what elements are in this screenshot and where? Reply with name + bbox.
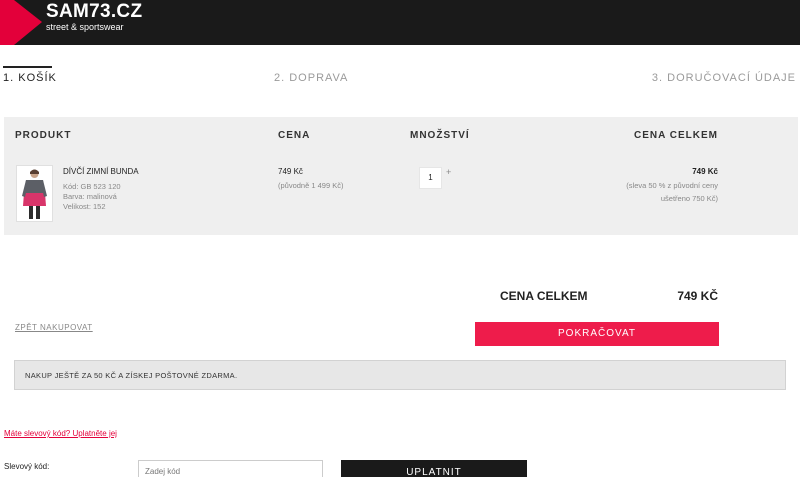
item-savings-note: ušetřeno 750 Kč) bbox=[660, 194, 718, 203]
checkout-steps: 1. KOŠÍK 2. DOPRAVA 3. DORUČOVACÍ ÚDAJE bbox=[0, 66, 800, 88]
summary-total-value: 749 KČ bbox=[677, 289, 718, 303]
item-discount-note: (sleva 50 % z původní ceny bbox=[626, 181, 718, 190]
apply-coupon-button[interactable]: UPLATNIT bbox=[341, 460, 527, 477]
summary-total-label: CENA CELKEM bbox=[500, 289, 588, 303]
site-header: SAM73.CZ street & sportswear bbox=[0, 0, 800, 45]
coupon-label: Slevový kód: bbox=[4, 462, 50, 471]
continue-button[interactable]: POKRAČOVAT bbox=[475, 322, 719, 346]
free-shipping-notice: NAKUP JEŠTĚ ZA 50 KČ A ZÍSKEJ POŠTOVNÉ Z… bbox=[14, 360, 786, 390]
step-shipping[interactable]: 2. DOPRAVA bbox=[274, 72, 348, 84]
item-price: 749 Kč bbox=[278, 167, 303, 176]
logo-accent bbox=[0, 0, 14, 45]
item-original-price: (původně 1 499 Kč) bbox=[278, 181, 344, 190]
column-header-price: CENA bbox=[278, 130, 311, 141]
back-to-shopping-link[interactable]: ZPĚT NAKUPOVAT bbox=[15, 323, 93, 332]
coupon-input[interactable] bbox=[138, 460, 323, 477]
column-header-total: CENA CELKEM bbox=[634, 130, 718, 141]
logo-name: SAM73.CZ bbox=[46, 1, 143, 22]
quantity-input[interactable]: 1 bbox=[419, 167, 442, 189]
logo-tagline: street & sportswear bbox=[46, 22, 124, 32]
coupon-toggle-link[interactable]: Máte slevový kód? Uplatněte jej bbox=[4, 429, 117, 438]
logo-accent-arrow bbox=[14, 0, 42, 45]
product-code: Kód: GB 523 120 bbox=[63, 182, 121, 191]
product-size: Velikost: 152 bbox=[63, 202, 106, 211]
item-total: 749 Kč bbox=[692, 167, 718, 176]
product-name[interactable]: DÍVČÍ ZIMNÍ BUNDA bbox=[63, 167, 139, 176]
column-header-product: PRODUKT bbox=[15, 130, 72, 141]
quantity-plus-button[interactable]: + bbox=[446, 167, 451, 177]
step-cart[interactable]: 1. KOŠÍK bbox=[3, 72, 57, 84]
product-thumbnail[interactable] bbox=[16, 165, 53, 222]
column-header-quantity: MNOŽSTVÍ bbox=[410, 130, 470, 141]
step-delivery-details[interactable]: 3. DORUČOVACÍ ÚDAJE bbox=[652, 72, 796, 84]
site-logo[interactable]: SAM73.CZ street & sportswear bbox=[46, 1, 143, 33]
jacket-image-icon bbox=[22, 169, 47, 219]
product-color: Barva: malinová bbox=[63, 192, 117, 201]
active-step-indicator bbox=[3, 66, 52, 68]
